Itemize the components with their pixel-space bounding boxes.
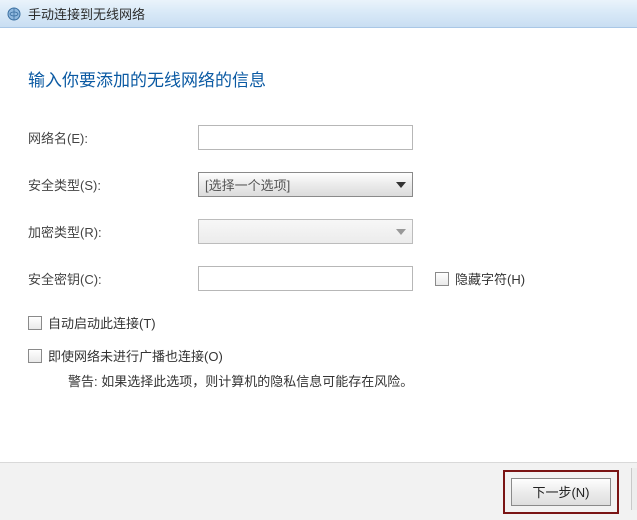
- page-heading: 输入你要添加的无线网络的信息: [28, 66, 609, 91]
- row-encryption-type: 加密类型(R):: [28, 219, 609, 244]
- label-encryption-type: 加密类型(R):: [28, 222, 198, 241]
- broadcast-warning: 警告: 如果选择此选项，则计算机的隐私信息可能存在风险。: [68, 371, 609, 390]
- connect-nobroadcast-label: 即使网络未进行广播也连接(O): [48, 346, 223, 365]
- cancel-button-edge[interactable]: [631, 468, 637, 510]
- security-type-dropdown[interactable]: [选择一个选项]: [198, 172, 413, 197]
- encryption-type-dropdown[interactable]: [198, 219, 413, 244]
- wizard-page: 输入你要添加的无线网络的信息 网络名(E): 安全类型(S): [选择一个选项]…: [0, 28, 637, 400]
- next-button-highlight: 下一步(N): [503, 470, 619, 514]
- security-key-input[interactable]: [198, 266, 413, 291]
- chevron-down-icon: [396, 182, 406, 188]
- row-network-name: 网络名(E):: [28, 125, 609, 150]
- window-title: 手动连接到无线网络: [28, 4, 145, 23]
- chevron-down-icon: [396, 229, 406, 235]
- autostart-checkbox[interactable]: [28, 316, 42, 330]
- row-autostart: 自动启动此连接(T): [28, 313, 609, 332]
- network-name-input[interactable]: [198, 125, 413, 150]
- row-connect-nobroadcast: 即使网络未进行广播也连接(O): [28, 346, 609, 365]
- next-button-label: 下一步(N): [532, 482, 589, 501]
- label-security-key: 安全密钥(C):: [28, 269, 198, 288]
- hide-chars-checkbox[interactable]: [435, 272, 449, 286]
- label-network-name: 网络名(E):: [28, 128, 198, 147]
- connect-nobroadcast-checkbox[interactable]: [28, 349, 42, 363]
- network-icon: [6, 6, 22, 22]
- security-type-selected: [选择一个选项]: [205, 175, 290, 194]
- autostart-label: 自动启动此连接(T): [48, 313, 156, 332]
- next-button[interactable]: 下一步(N): [511, 478, 611, 506]
- wizard-footer: 下一步(N): [0, 462, 637, 520]
- hide-chars-label: 隐藏字符(H): [455, 269, 525, 288]
- hide-chars-wrap: 隐藏字符(H): [435, 269, 525, 288]
- row-security-key: 安全密钥(C): 隐藏字符(H): [28, 266, 609, 291]
- window-titlebar: 手动连接到无线网络: [0, 0, 637, 28]
- row-security-type: 安全类型(S): [选择一个选项]: [28, 172, 609, 197]
- label-security-type: 安全类型(S):: [28, 175, 198, 194]
